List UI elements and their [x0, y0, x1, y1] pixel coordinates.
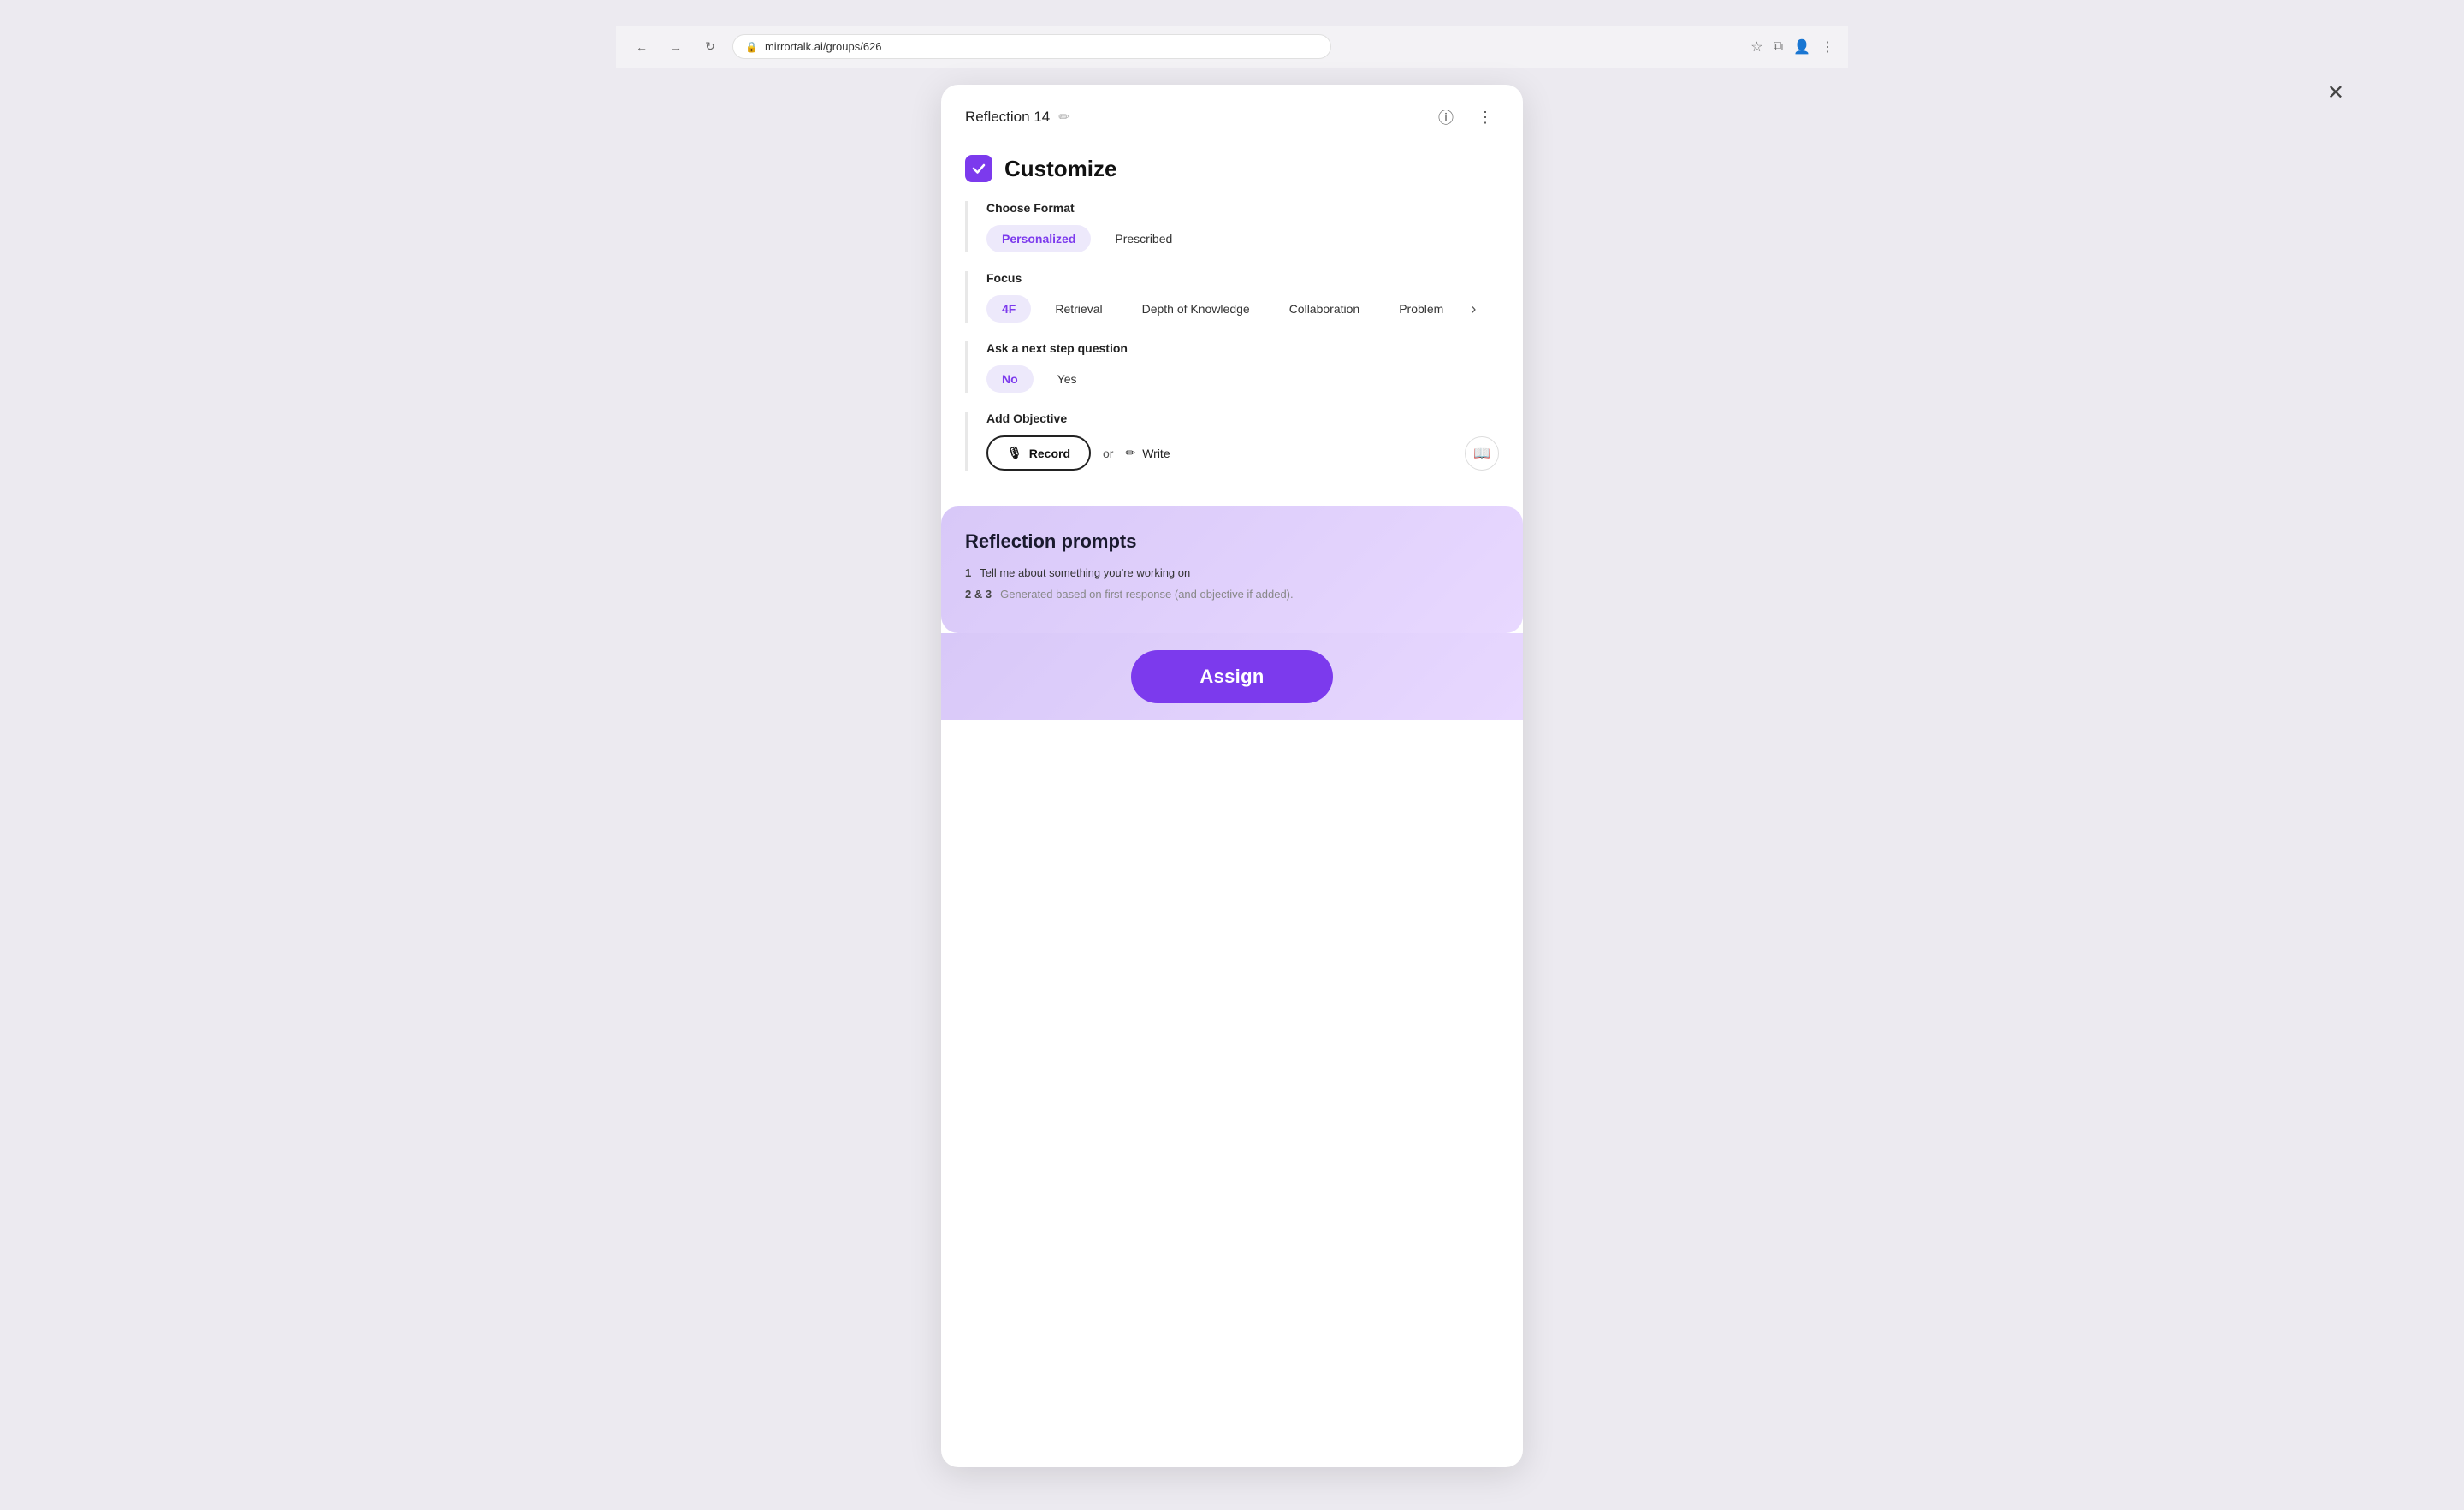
more-button[interactable]: ⋮: [1472, 104, 1499, 131]
lock-icon: 🔒: [745, 41, 758, 53]
modal: Reflection 14 ✏ ⓘ ⋮: [941, 85, 1523, 1467]
modal-header-actions: ⓘ ⋮: [1432, 104, 1499, 131]
prompt-1-text: Tell me about something you're working o…: [980, 566, 1190, 579]
reload-button[interactable]: ↻: [698, 35, 722, 59]
add-objective-section: Add Objective 🎙 Record or ✏ Write 📖: [965, 412, 1499, 471]
url-text: mirrortalk.ai/groups/626: [765, 40, 882, 53]
back-button[interactable]: ←: [630, 35, 654, 59]
browser-chrome: ← → ↻ 🔒 mirrortalk.ai/groups/626 ☆ ⧉ 👤 ⋮: [616, 26, 1848, 68]
focus-problem-pill[interactable]: Problem: [1383, 295, 1459, 323]
focus-section: Focus 4F Retrieval Depth of Knowledge Co…: [965, 271, 1499, 323]
address-bar[interactable]: 🔒 mirrortalk.ai/groups/626: [732, 34, 1331, 59]
prompts-title: Reflection prompts: [965, 530, 1499, 553]
record-label: Record: [1029, 447, 1070, 460]
add-objective-label: Add Objective: [986, 412, 1499, 425]
next-step-label: Ask a next step question: [986, 341, 1499, 355]
book-button[interactable]: 📖: [1465, 436, 1499, 471]
focus-retrieval-pill[interactable]: Retrieval: [1040, 295, 1117, 323]
microphone-icon: 🎙: [1007, 446, 1022, 460]
next-step-pill-group: No Yes: [986, 365, 1499, 393]
close-button[interactable]: ✕: [2327, 80, 2344, 105]
focus-collaboration-pill[interactable]: Collaboration: [1274, 295, 1376, 323]
record-button[interactable]: 🎙 Record: [986, 435, 1091, 471]
profile-icon[interactable]: 👤: [1793, 38, 1810, 56]
record-write-row: 🎙 Record or ✏ Write 📖: [986, 435, 1499, 471]
more-icon: ⋮: [1478, 109, 1493, 127]
prompt-23: 2 & 3 Generated based on first response …: [965, 588, 1499, 601]
next-step-yes-pill[interactable]: Yes: [1042, 365, 1093, 393]
write-button[interactable]: ✏ Write: [1125, 446, 1170, 460]
next-step-section: Ask a next step question No Yes: [965, 341, 1499, 393]
format-pill-group: Personalized Prescribed: [986, 225, 1499, 252]
extensions-icon[interactable]: ⧉: [1774, 39, 1783, 55]
focus-scroll-right[interactable]: ›: [1467, 297, 1479, 322]
prompt-23-text: Generated based on first response (and o…: [1000, 588, 1294, 601]
title-group: Reflection 14 ✏: [965, 109, 1070, 126]
next-step-no-pill[interactable]: No: [986, 365, 1034, 393]
focus-4f-pill[interactable]: 4F: [986, 295, 1031, 323]
focus-label: Focus: [986, 271, 1499, 285]
forward-button[interactable]: →: [664, 35, 688, 59]
modal-header: Reflection 14 ✏ ⓘ ⋮: [941, 85, 1523, 146]
pencil-icon: ✏: [1125, 446, 1135, 460]
focus-dok-pill[interactable]: Depth of Knowledge: [1127, 295, 1265, 323]
title-edit-icon[interactable]: ✏: [1058, 109, 1069, 126]
assign-button[interactable]: Assign: [1131, 650, 1332, 703]
info-button[interactable]: ⓘ: [1432, 104, 1460, 131]
reflection-prompts-section: Reflection prompts 1 Tell me about somet…: [941, 506, 1523, 633]
book-icon: 📖: [1473, 445, 1490, 462]
section-header: Customize: [965, 155, 1499, 182]
prompt-1: 1 Tell me about something you're working…: [965, 566, 1499, 579]
choose-format-section: Choose Format Personalized Prescribed: [965, 201, 1499, 252]
write-label: Write: [1142, 447, 1170, 460]
format-personalized-pill[interactable]: Personalized: [986, 225, 1091, 252]
prompt-1-num: 1: [965, 566, 971, 579]
info-icon: ⓘ: [1438, 106, 1454, 128]
menu-icon[interactable]: ⋮: [1821, 38, 1834, 56]
bookmark-icon[interactable]: ☆: [1750, 38, 1762, 56]
or-text: or: [1103, 447, 1113, 460]
modal-body: Customize Choose Format Personalized Pre…: [941, 146, 1523, 506]
choose-format-label: Choose Format: [986, 201, 1499, 215]
page-background: Reflection 14 ✏ ⓘ ⋮: [616, 68, 1848, 1484]
assign-button-wrapper: Assign: [941, 633, 1523, 720]
browser-actions: ☆ ⧉ 👤 ⋮: [1750, 38, 1834, 56]
section-title: Customize: [1004, 156, 1116, 182]
customize-check: [965, 155, 992, 182]
focus-scroll-group: 4F Retrieval Depth of Knowledge Collabor…: [986, 295, 1499, 323]
focus-pill-group: 4F Retrieval Depth of Knowledge Collabor…: [986, 295, 1459, 323]
modal-title: Reflection 14: [965, 109, 1050, 126]
prompt-23-num: 2 & 3: [965, 588, 992, 601]
format-prescribed-pill[interactable]: Prescribed: [1099, 225, 1188, 252]
